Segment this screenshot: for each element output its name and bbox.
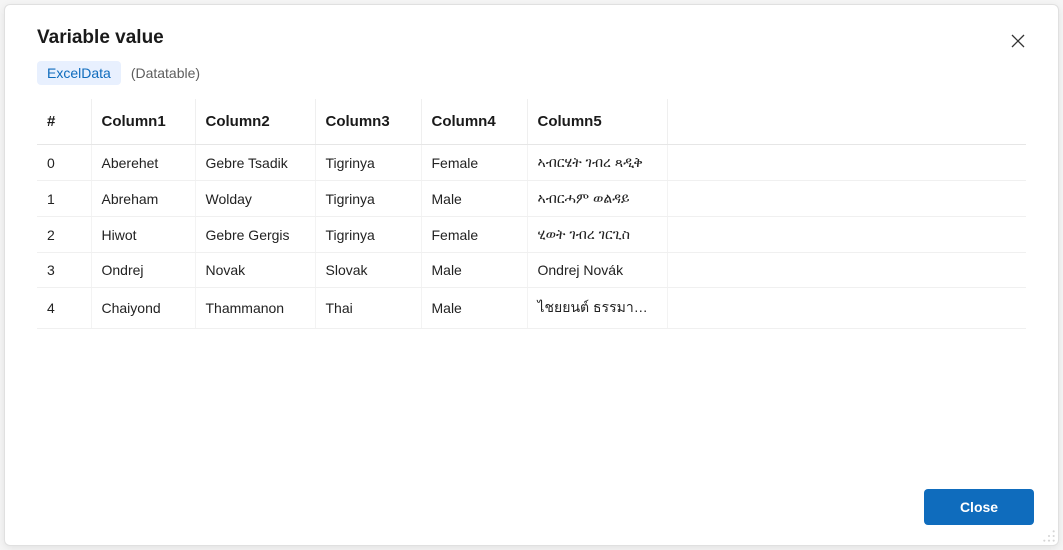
col-2-header[interactable]: Column2 — [195, 99, 315, 145]
cell: Aberehet — [91, 145, 195, 181]
cell: Gebre Gergis — [195, 217, 315, 253]
col-padding-header — [667, 99, 1026, 145]
cell: Male — [421, 253, 527, 288]
variable-value-dialog: Variable value ExcelData (Datatable) # C… — [4, 4, 1059, 546]
table-row[interactable]: 0 Aberehet Gebre Tsadik Tigrinya Female … — [37, 145, 1026, 181]
cell: Ondrej — [91, 253, 195, 288]
table-header-row: # Column1 Column2 Column3 Column4 Column… — [37, 99, 1026, 145]
cell: Gebre Tsadik — [195, 145, 315, 181]
cell-padding — [667, 217, 1026, 253]
close-button[interactable]: Close — [924, 489, 1034, 525]
cell-index: 4 — [37, 288, 91, 329]
cell: ሂወት ገብረ ገርጊስ — [527, 217, 667, 253]
table-row[interactable]: 1 Abreham Wolday Tigrinya Male ኣብርሓም ወልዳ… — [37, 181, 1026, 217]
table-row[interactable]: 3 Ondrej Novak Slovak Male Ondrej Novák — [37, 253, 1026, 288]
cell: Ondrej Novák — [527, 253, 667, 288]
table-row[interactable]: 2 Hiwot Gebre Gergis Tigrinya Female ሂወት… — [37, 217, 1026, 253]
cell-padding — [667, 181, 1026, 217]
cell: Tigrinya — [315, 217, 421, 253]
cell: ኣብርሓም ወልዳይ — [527, 181, 667, 217]
col-index-header[interactable]: # — [37, 99, 91, 145]
cell: Wolday — [195, 181, 315, 217]
cell: Thammanon — [195, 288, 315, 329]
data-table: # Column1 Column2 Column3 Column4 Column… — [37, 99, 1026, 329]
col-3-header[interactable]: Column3 — [315, 99, 421, 145]
cell-padding — [667, 253, 1026, 288]
cell: Tigrinya — [315, 145, 421, 181]
cell: Male — [421, 181, 527, 217]
dialog-footer: Close — [924, 489, 1034, 525]
close-icon[interactable] — [1008, 31, 1028, 51]
table-row[interactable]: 4 Chaiyond Thammanon Thai Male ไชยยนต์ ธ… — [37, 288, 1026, 329]
variable-name-badge: ExcelData — [37, 61, 121, 85]
cell: ไชยยนต์ ธรรมานนท์ — [527, 288, 667, 329]
cell: Abreham — [91, 181, 195, 217]
table-container: # Column1 Column2 Column3 Column4 Column… — [5, 99, 1058, 329]
cell: Thai — [315, 288, 421, 329]
cell: Slovak — [315, 253, 421, 288]
cell: Chaiyond — [91, 288, 195, 329]
cell-index: 3 — [37, 253, 91, 288]
cell-padding — [667, 145, 1026, 181]
col-1-header[interactable]: Column1 — [91, 99, 195, 145]
resize-grip-icon[interactable] — [1042, 529, 1056, 543]
dialog-title: Variable value — [37, 27, 164, 49]
cell: Tigrinya — [315, 181, 421, 217]
variable-type-label: (Datatable) — [131, 65, 200, 81]
col-5-header[interactable]: Column5 — [527, 99, 667, 145]
dialog-header: Variable value — [5, 5, 1058, 51]
cell: Novak — [195, 253, 315, 288]
cell: Hiwot — [91, 217, 195, 253]
cell-index: 2 — [37, 217, 91, 253]
variable-info-row: ExcelData (Datatable) — [5, 51, 1058, 99]
cell: ኣብርሄት ገብረ ጻዲቅ — [527, 145, 667, 181]
col-4-header[interactable]: Column4 — [421, 99, 527, 145]
cell: Male — [421, 288, 527, 329]
cell: Female — [421, 217, 527, 253]
cell-padding — [667, 288, 1026, 329]
cell-index: 0 — [37, 145, 91, 181]
cell: Female — [421, 145, 527, 181]
cell-index: 1 — [37, 181, 91, 217]
